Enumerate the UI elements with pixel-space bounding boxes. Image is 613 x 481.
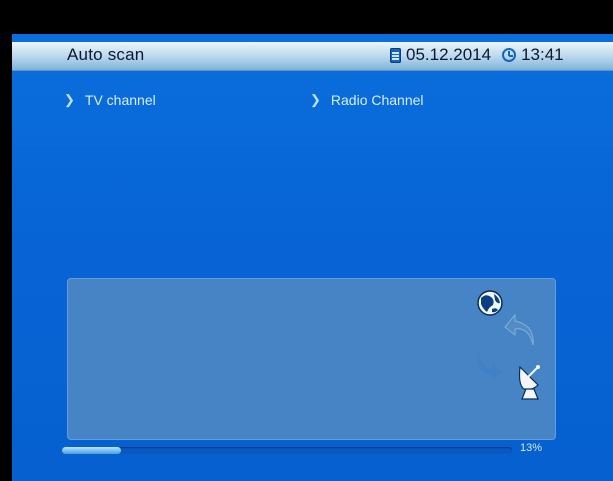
date-text: 05.12.2014 [406, 45, 492, 64]
satellite-dish-icon [518, 365, 540, 400]
header-bar: Auto scan 05.12.2014 13:41 [12, 42, 613, 71]
date-time-group: 05.12.2014 13:41 [390, 45, 564, 65]
clock-icon [502, 48, 517, 62]
tv-channel-column: ❯ TV channel [64, 92, 156, 108]
auto-scan-screen: Auto scan 05.12.2014 13:41 ❯ TV channel … [12, 34, 613, 481]
curved-arrow-icon [504, 313, 534, 346]
chevron-right-icon: ❯ [64, 92, 75, 107]
curved-arrow-icon [477, 347, 502, 381]
scan-progress-fill [62, 447, 121, 454]
page-title: Auto scan [67, 45, 145, 64]
radio-channel-column: ❯ Radio Channel [310, 92, 424, 108]
chevron-right-icon: ❯ [310, 92, 321, 107]
time-text: 13:41 [521, 45, 564, 64]
progress-percent: 13% [520, 442, 543, 454]
scan-progress-bar [62, 447, 512, 454]
scan-status-panel [67, 278, 556, 440]
globe-icon [477, 290, 503, 316]
scan-animation [477, 290, 540, 400]
radio-channel-label: Radio Channel [330, 92, 424, 108]
calendar-icon [390, 47, 401, 63]
tv-channel-label: TV channel [84, 92, 156, 108]
